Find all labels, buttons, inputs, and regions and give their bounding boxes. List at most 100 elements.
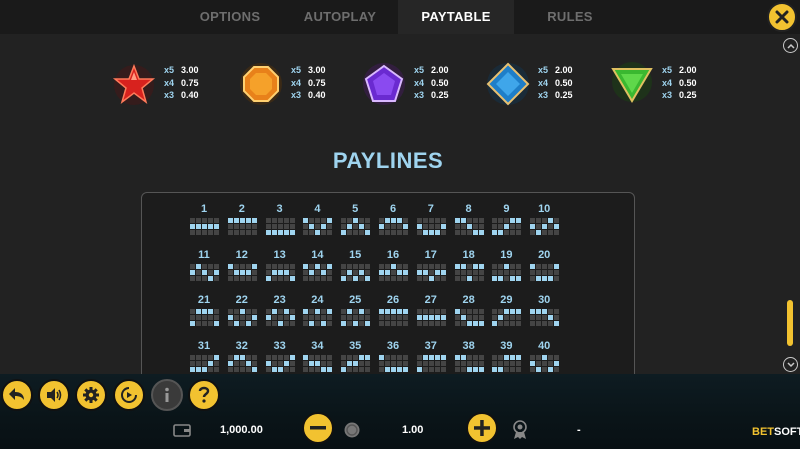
payline-cell [536, 354, 542, 360]
payline-cell [440, 218, 446, 223]
sound-button[interactable] [38, 379, 70, 411]
payline-cell [289, 360, 295, 366]
payline-number: 24 [311, 294, 324, 306]
payline-cell [397, 230, 402, 235]
payline-pattern [265, 263, 295, 281]
payline-cell [202, 309, 207, 314]
payline-cell [214, 263, 219, 269]
payline-cell [454, 269, 460, 275]
payline-item: 28 [452, 294, 486, 330]
payline-cell [303, 360, 309, 366]
payline-cell [498, 230, 504, 235]
scroll-up-button[interactable] [783, 38, 798, 53]
payline-cell [466, 366, 472, 372]
symbol-orange-octagon: x5 3.00 x4 0.75 x3 0.40 [237, 60, 367, 108]
info-button[interactable] [151, 379, 183, 411]
payline-cell [454, 224, 460, 229]
payline-cell [548, 366, 554, 372]
payline-cell [353, 315, 359, 320]
payline-cell [208, 269, 213, 275]
payline-cell [208, 366, 213, 372]
payline-cell [385, 360, 390, 366]
payline-cell [454, 230, 460, 235]
payline-item: 3 [263, 203, 297, 239]
payline-cell [265, 366, 271, 372]
payline-cell [353, 263, 359, 269]
payline-cell [251, 230, 257, 235]
increase-bet-button[interactable] [466, 412, 498, 444]
payline-cell [303, 224, 309, 229]
help-button[interactable] [188, 379, 220, 411]
tab-rules[interactable]: RULES [525, 0, 615, 34]
payline-cell [321, 218, 327, 223]
payline-cell [422, 269, 428, 275]
tab-paytable[interactable]: PAYTABLE [398, 0, 514, 34]
payline-cell [434, 263, 440, 269]
scroll-down-button[interactable] [783, 357, 798, 372]
settings-button[interactable] [75, 379, 107, 411]
payline-cell [265, 230, 271, 235]
payline-cell [239, 269, 245, 275]
scrollbar-thumb[interactable] [787, 300, 793, 346]
payline-cell [403, 309, 408, 314]
payline-number: 5 [352, 203, 359, 215]
payline-cell [379, 269, 384, 275]
payline-cell [504, 263, 510, 269]
payline-cell [353, 230, 359, 235]
payline-cell [315, 218, 321, 223]
payline-cell [416, 309, 422, 314]
paylines-title: PAYLINES [332, 148, 444, 173]
payline-cell [190, 263, 195, 269]
payline-cell [548, 315, 554, 320]
payline-cell [548, 218, 554, 223]
payline-number: 37 [424, 339, 437, 352]
payline-cell [245, 230, 251, 235]
payline-cell [309, 354, 315, 360]
tab-autoplay[interactable]: AUTOPLAY [290, 0, 390, 34]
back-button[interactable] [1, 379, 33, 411]
payline-number: 14 [311, 248, 324, 261]
payline-cell [510, 321, 516, 326]
payline-cell [289, 315, 295, 320]
payline-cell [440, 224, 446, 229]
payline-cell [504, 269, 510, 275]
payline-cell [245, 275, 251, 281]
payline-cell [530, 315, 536, 320]
payline-cell [434, 218, 440, 223]
payline-cell [214, 315, 219, 320]
decrease-bet-button[interactable] [302, 412, 334, 444]
payline-cell [416, 275, 422, 281]
payline-cell [385, 218, 390, 223]
close-button[interactable] [767, 2, 797, 32]
payline-item: 36 [376, 340, 410, 376]
payline-pattern [454, 354, 484, 372]
payline-cell [454, 263, 460, 269]
payline-cell [202, 275, 207, 281]
payline-cell [233, 224, 239, 229]
payline-item: 25 [338, 294, 372, 330]
payline-cell [391, 224, 396, 229]
payline-cell [265, 218, 271, 223]
orange-octagon-gem-icon [240, 63, 282, 105]
payline-cell [239, 354, 245, 360]
payline-cell [385, 315, 390, 320]
autoplay-button[interactable] [113, 379, 145, 411]
payline-cell [321, 321, 327, 326]
payline-cell [472, 230, 478, 235]
payline-pattern [379, 263, 408, 281]
payline-cell [309, 321, 315, 326]
payline-cell [289, 230, 295, 235]
payline-cell [536, 263, 542, 269]
payline-cell [271, 218, 277, 223]
symbol-purple-pentagon: x5 2.00 x4 0.50 x3 0.25 [360, 60, 490, 108]
payline-cell [422, 309, 428, 314]
tab-options[interactable]: OPTIONS [180, 0, 280, 34]
payline-cell [460, 366, 466, 372]
payline-number: 23 [273, 294, 286, 306]
payline-item: 6 [376, 203, 410, 239]
payline-cell [321, 366, 327, 372]
payline-cell [530, 269, 536, 275]
payline-item: 37 [414, 340, 448, 376]
payline-cell [492, 224, 498, 229]
payline-cell [498, 315, 504, 320]
